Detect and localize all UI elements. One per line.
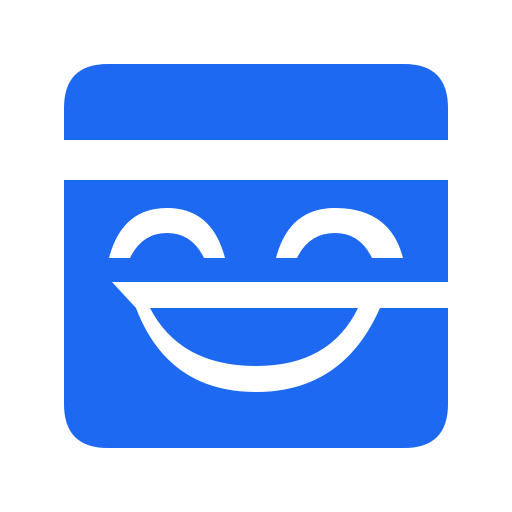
tile-body <box>64 180 448 448</box>
app-icon-canvas <box>0 0 512 512</box>
tile-top-band <box>64 64 448 140</box>
smiling-face-app-icon <box>64 64 448 448</box>
